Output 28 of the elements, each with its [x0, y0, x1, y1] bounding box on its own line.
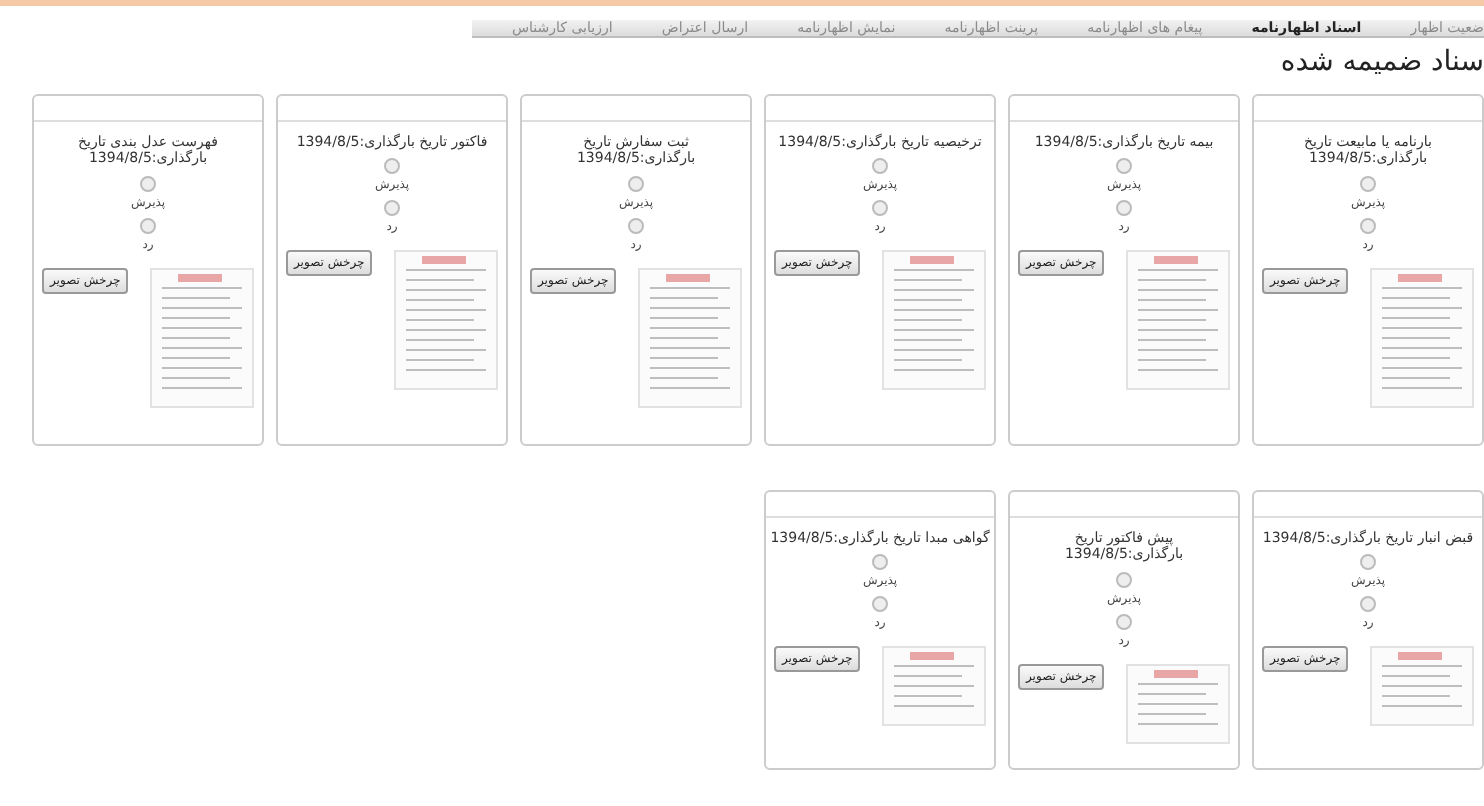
radio-button[interactable]: [384, 158, 400, 175]
radio-button[interactable]: [1360, 596, 1376, 613]
document-thumbnail: [1126, 250, 1230, 391]
page-heading: سناد ضمیمه شده: [1278, 46, 1484, 78]
radio-button[interactable]: [1116, 613, 1132, 630]
radio-button[interactable]: [628, 175, 644, 192]
radio-button[interactable]: [1116, 158, 1132, 175]
radio-button[interactable]: [1116, 200, 1132, 217]
document-thumbnail: [882, 250, 986, 391]
radio-button[interactable]: [384, 200, 400, 217]
document-thumbnail: [1126, 663, 1230, 744]
radio-button[interactable]: [872, 158, 888, 175]
document-thumbnail: [1370, 267, 1474, 408]
document-thumbnail: [394, 250, 498, 391]
radio-button[interactable]: [1116, 571, 1132, 588]
document-thumbnail: [638, 267, 742, 408]
document-thumbnail: [882, 646, 986, 727]
radio-button[interactable]: [1360, 554, 1376, 571]
radio-button[interactable]: [872, 200, 888, 217]
radio-button[interactable]: [872, 554, 888, 571]
radio-button[interactable]: [1360, 217, 1376, 234]
radio-button[interactable]: [140, 175, 156, 192]
document-thumbnail: [150, 267, 254, 408]
radio-button[interactable]: [872, 596, 888, 613]
radio-button[interactable]: [1360, 175, 1376, 192]
document-thumbnail: [1370, 646, 1474, 727]
radio-button[interactable]: [140, 217, 156, 234]
radio-button[interactable]: [628, 217, 644, 234]
